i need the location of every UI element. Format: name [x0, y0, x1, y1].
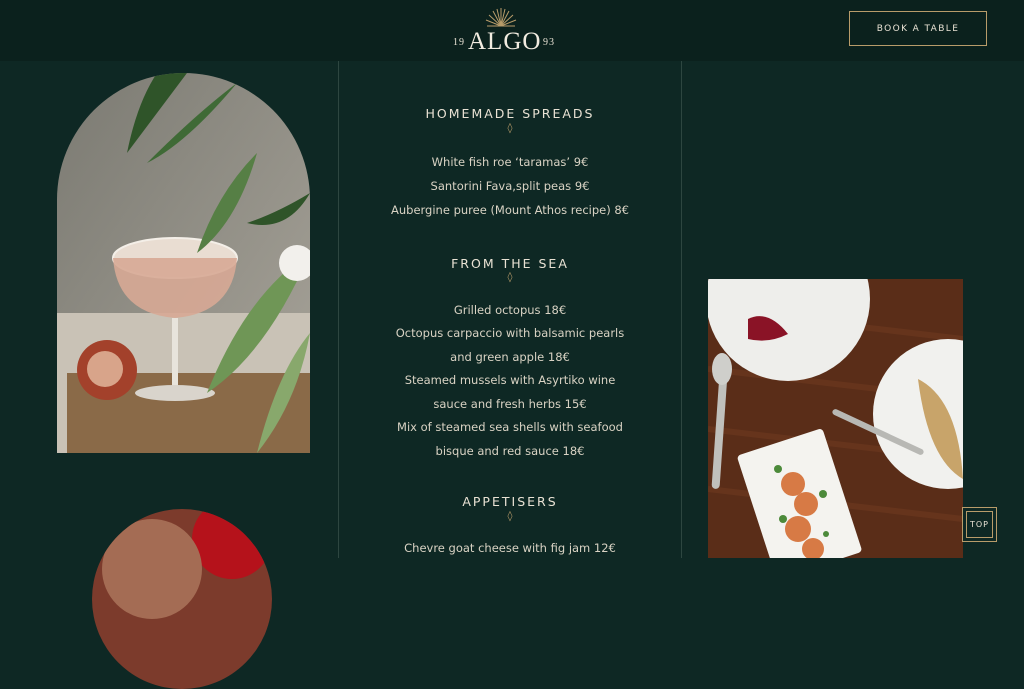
sunburst-icon [485, 8, 517, 27]
menu-item: Chevre goat cheese with fig jam 12€ [404, 541, 616, 555]
menu-item: Mix of steamed sea shells with seafood [397, 420, 623, 434]
dish-photo-round [92, 509, 272, 689]
cocktail-photo [57, 73, 310, 453]
column-divider-right [681, 61, 682, 558]
column-divider-left [338, 61, 339, 558]
site-header: 19 ALGO 93 BOOK A TABLE [0, 0, 1024, 61]
logo-name: ALGO [468, 28, 542, 55]
book-a-table-button[interactable]: BOOK A TABLE [849, 11, 987, 46]
seafood-platter-photo [708, 279, 963, 558]
back-to-top-button[interactable]: TOP [962, 507, 997, 542]
back-to-top-label: TOP [966, 511, 993, 538]
section-title-from-the-sea: FROM THE SEA [451, 256, 569, 271]
menu-item: Santorini Fava,split peas 9€ [430, 179, 590, 193]
menu-item: sauce and fresh herbs 15€ [433, 397, 587, 411]
menu-item: Grilled octopus 18€ [453, 303, 567, 317]
section-title-homemade-spreads: HOMEMADE SPREADS [425, 106, 595, 121]
logo-year-right: 93 [543, 37, 555, 48]
logo-year-left: 19 [453, 37, 465, 48]
diamond-divider-icon: ◊ [507, 511, 513, 522]
menu-item: Aubergine puree (Mount Athos recipe) 8€ [391, 203, 629, 217]
section-title-appetisers: APPETISERS [462, 494, 558, 509]
menu-item: Octopus carpaccio with balsamic pearls [395, 326, 625, 340]
menu-item: and green apple 18€ [450, 350, 570, 364]
menu-item: White fish roe ‘taramas’ 9€ [431, 155, 589, 169]
brand-logo[interactable]: 19 ALGO 93 [452, 6, 556, 56]
menu-item: bisque and red sauce 18€ [435, 444, 585, 458]
diamond-divider-icon: ◊ [507, 272, 513, 283]
diamond-divider-icon: ◊ [507, 123, 513, 134]
menu-item: Steamed mussels with Asyrtiko wine [404, 373, 616, 387]
